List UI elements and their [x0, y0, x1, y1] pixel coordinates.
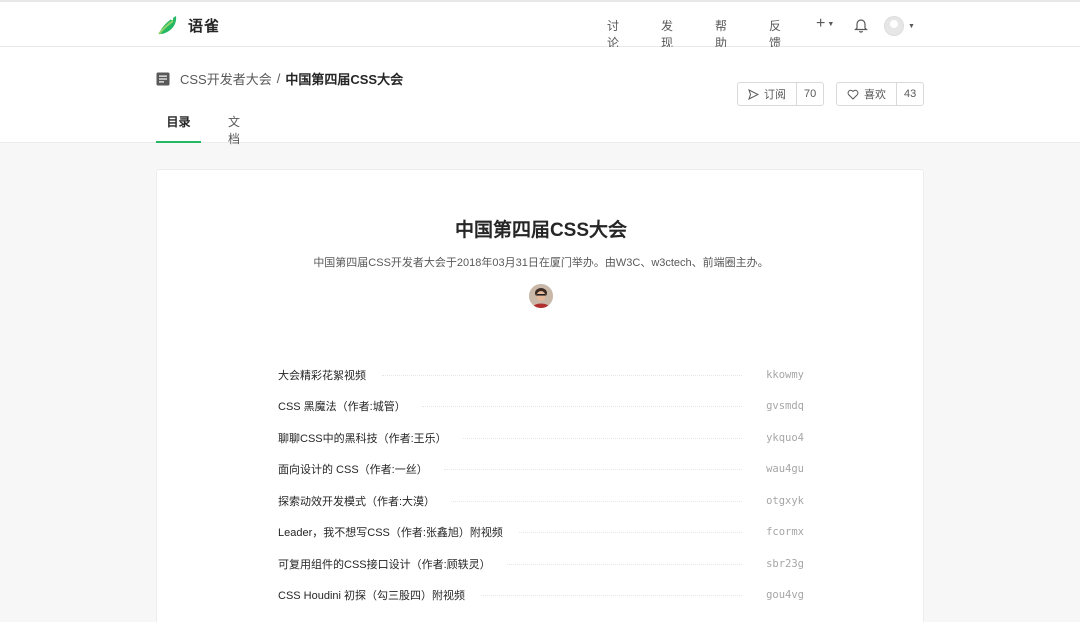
toc-item-title: 可复用组件的CSS接口设计（作者:顾轶灵） [278, 559, 491, 571]
tab-docs[interactable]: 文档 [228, 113, 240, 146]
toc-item[interactable]: CSS 黑魔法（作者:城管） gvsmdq [278, 396, 804, 416]
book-description: 中国第四届CSS开发者大会于2018年03月31日在厦门举办。由W3C、w3ct… [313, 257, 769, 269]
breadcrumb-separator: / [276, 71, 281, 86]
user-avatar [884, 16, 904, 36]
like-button-group: 喜欢 43 [836, 82, 925, 106]
leader-dots [481, 594, 742, 596]
heart-icon [847, 89, 859, 100]
author-avatar[interactable] [529, 284, 553, 308]
toc-item-title: 面向设计的 CSS（作者:一丝） [278, 464, 428, 476]
subscribe-label: 订阅 [764, 89, 786, 101]
top-navbar: 语雀 讨论 发现 帮助 反馈 + ▼ ▼ [0, 0, 1080, 50]
nav-link-discuss[interactable]: 讨论 [607, 17, 619, 51]
toc-item-slug: ykquo4 [766, 432, 804, 444]
toc-item-slug: fcormx [766, 526, 804, 538]
toc-card: 中国第四届CSS大会 中国第四届CSS开发者大会于2018年03月31日在厦门举… [156, 169, 924, 622]
toc-item-title: CSS Houdini 初探（勾三股四）附视频 [278, 590, 466, 602]
toc-item-title: CSS 黑魔法（作者:城管） [278, 401, 406, 413]
leader-dots [518, 531, 742, 533]
toc-item[interactable]: 面向设计的 CSS（作者:一丝） wau4gu [278, 459, 804, 479]
tab-toc[interactable]: 目录 [156, 113, 201, 143]
toc-item-slug: gou4vg [766, 589, 804, 601]
breadcrumb: CSS开发者大会 / 中国第四届CSS大会 [156, 69, 403, 88]
logo[interactable]: 语雀 [156, 13, 220, 37]
toc-item[interactable]: CSS Houdini 初探（勾三股四）附视频 gou4vg [278, 585, 804, 605]
toc-item-title: Leader，我不想写CSS（作者:张鑫旭）附视频 [278, 527, 503, 539]
subscribe-button-group: 订阅 70 [737, 82, 825, 106]
yuque-logo-icon [158, 16, 177, 35]
user-menu[interactable]: ▼ [884, 16, 915, 36]
nav-link-feedback[interactable]: 反馈 [769, 17, 781, 51]
brand-name: 语雀 [188, 17, 221, 35]
breadcrumb-book-name: 中国第四届CSS大会 [285, 72, 404, 87]
caret-down-icon: ▼ [908, 22, 915, 30]
like-label: 喜欢 [864, 89, 886, 101]
toc-item[interactable]: 探索动效开发模式（作者:大漠） otgxyk [278, 491, 804, 511]
toc-item-slug: wau4gu [766, 463, 804, 475]
like-count[interactable]: 43 [896, 83, 923, 105]
nav-link-help[interactable]: 帮助 [715, 17, 727, 51]
toc-item-slug: otgxyk [766, 495, 804, 507]
toc-item-title: 聊聊CSS中的黑科技（作者:王乐） [278, 433, 447, 445]
subscribe-count[interactable]: 70 [796, 83, 823, 105]
toc-item-title: 大会精彩花絮视频 [278, 370, 366, 382]
create-menu-button[interactable]: + ▼ [816, 15, 834, 33]
caret-down-icon: ▼ [827, 20, 835, 28]
page-title: 中国第四届CSS大会 [454, 220, 628, 241]
toc-item-slug: sbr23g [766, 558, 804, 570]
toc-item-slug: kkowmy [766, 369, 804, 381]
like-button[interactable]: 喜欢 [837, 83, 896, 105]
nav-link-explore[interactable]: 发现 [661, 17, 673, 51]
toc-item[interactable]: 聊聊CSS中的黑科技（作者:王乐） ykquo4 [278, 428, 804, 448]
leader-dots [421, 405, 742, 407]
breadcrumb-group-link[interactable]: CSS开发者大会 [180, 69, 272, 88]
send-icon [748, 88, 759, 100]
book-header: CSS开发者大会 / 中国第四届CSS大会 订阅 70 喜欢 43 目录 文档 [0, 47, 1080, 146]
bell-icon[interactable] [854, 17, 868, 33]
leader-dots [451, 500, 742, 502]
book-icon [156, 72, 170, 85]
toc-item-title: 探索动效开发模式（作者:大漠） [278, 496, 436, 508]
leader-dots [382, 374, 742, 376]
subscribe-button[interactable]: 订阅 [738, 83, 796, 105]
leader-dots [506, 563, 742, 565]
toc-item[interactable]: Leader，我不想写CSS（作者:张鑫旭）附视频 fcormx [278, 522, 804, 542]
toc-item-slug: gvsmdq [766, 400, 804, 412]
leader-dots [462, 437, 742, 439]
leader-dots [443, 468, 742, 470]
plus-icon: + [816, 15, 826, 32]
toc-item[interactable]: 大会精彩花絮视频 kkowmy [278, 365, 804, 385]
toc-item[interactable]: 可复用组件的CSS接口设计（作者:顾轶灵） sbr23g [278, 554, 804, 574]
